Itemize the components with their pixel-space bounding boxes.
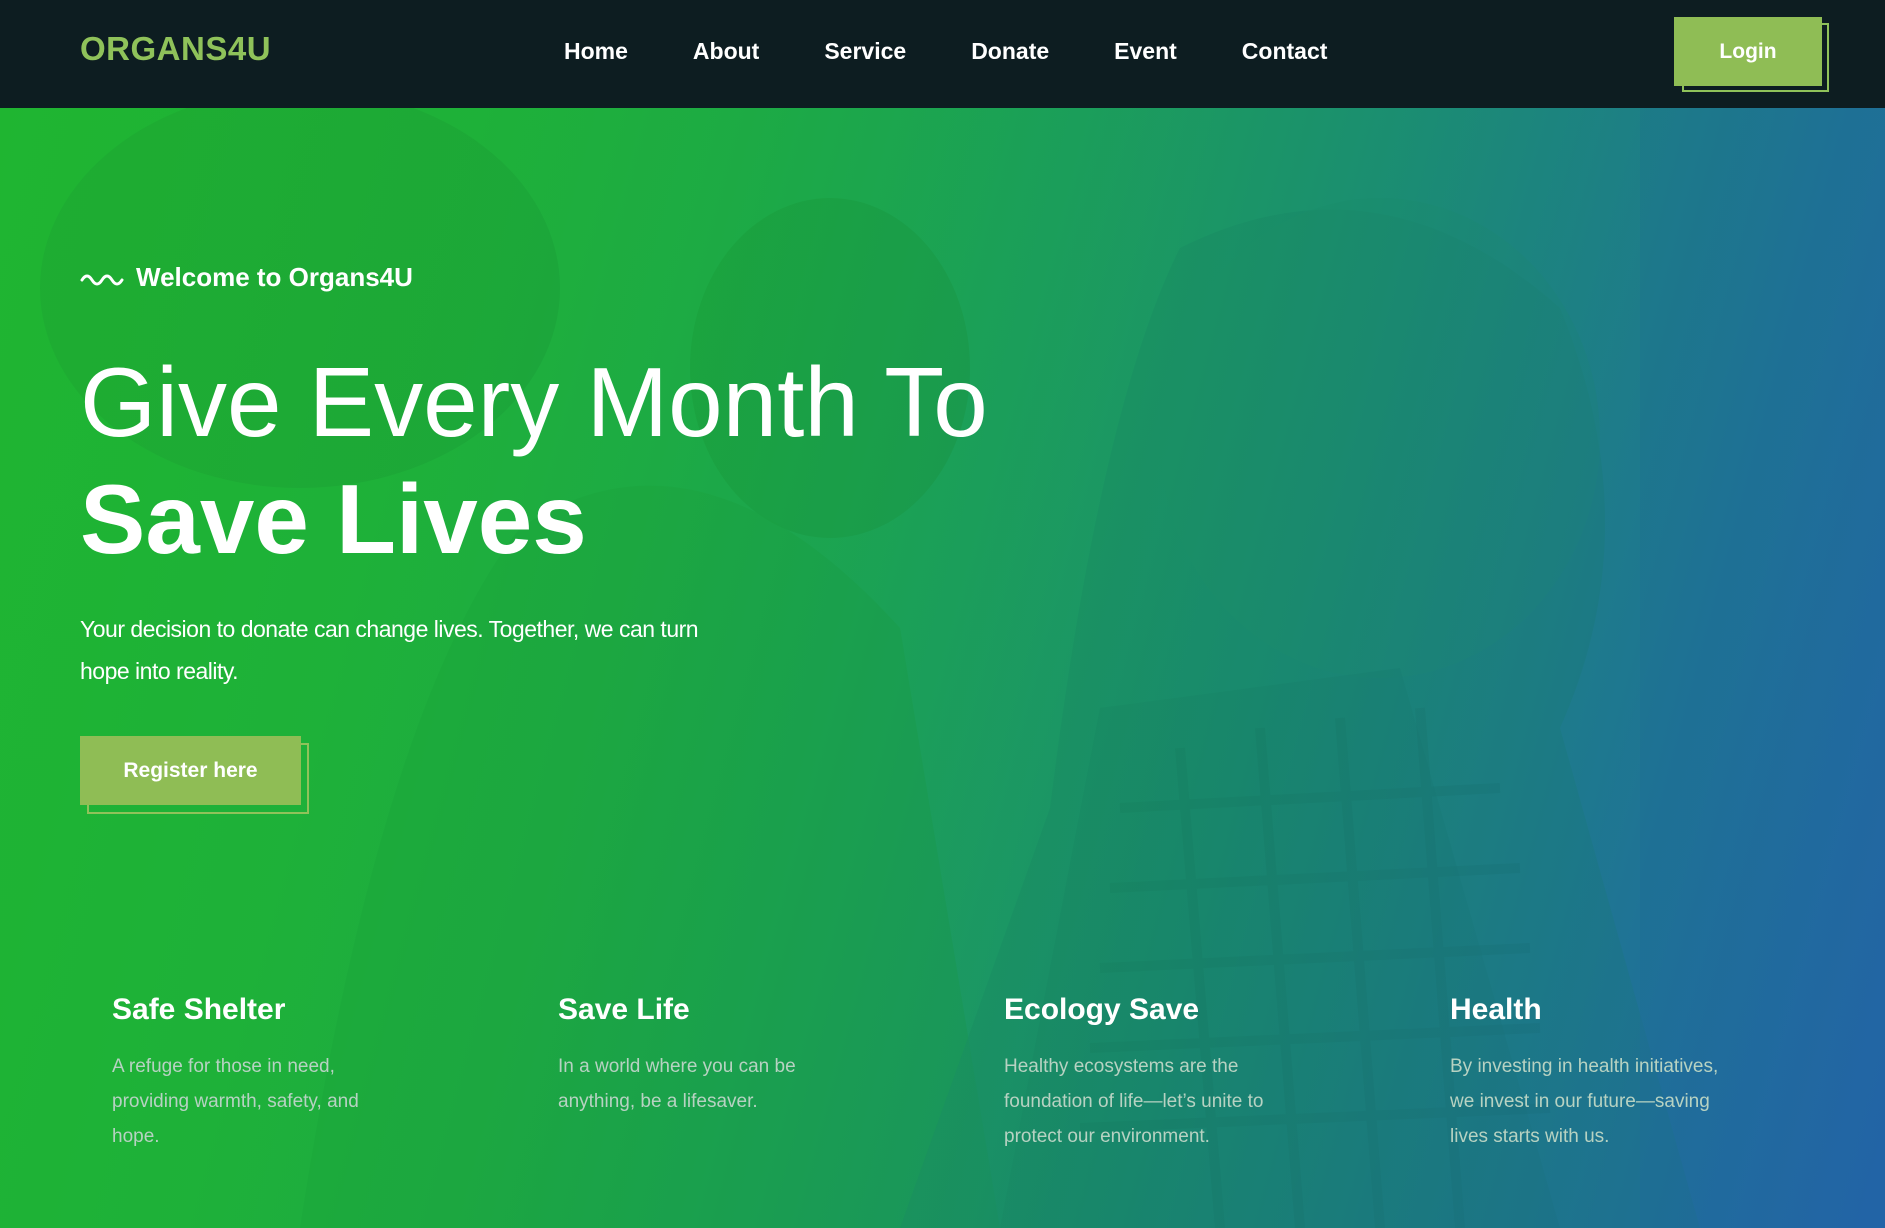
hero-headline-line1: Give Every Month To [80, 347, 988, 457]
hero-headline-line2: Save Lives [80, 464, 587, 574]
nav-link-contact[interactable]: Contact [1242, 36, 1328, 66]
feature-card: Ecology Save Healthy ecosystems are the … [1004, 993, 1450, 1154]
feature-title: Safe Shelter [112, 993, 286, 1026]
nav-link-about[interactable]: About [693, 36, 759, 66]
nav-link-home[interactable]: Home [564, 36, 628, 66]
feature-text: By investing in health initiatives, we i… [1450, 1056, 1719, 1147]
feature-text: In a world where you can be anything, be… [558, 1056, 796, 1112]
top-navbar: ORGANS4U Home About Service Donate Event… [0, 0, 1885, 108]
feature-card: Save Life In a world where you can be an… [558, 993, 1004, 1154]
hero-section: Welcome to Organs4U Give Every Month To … [0, 108, 1885, 1228]
feature-card: Safe Shelter A refuge for those in need,… [112, 993, 558, 1154]
wave-icon [80, 274, 124, 285]
main-nav: Home About Service Donate Event Contact [564, 36, 1392, 66]
features-row: Safe Shelter A refuge for those in need,… [112, 993, 1885, 1154]
feature-text: Healthy ecosystems are the foundation of… [1004, 1056, 1264, 1147]
feature-title: Ecology Save [1004, 993, 1200, 1026]
nav-link-service[interactable]: Service [824, 36, 906, 66]
site-logo[interactable]: ORGANS4U [80, 30, 271, 68]
register-button-wrapper: Register here [80, 736, 309, 814]
register-button[interactable]: Register here [80, 736, 301, 805]
welcome-text: Welcome to Organs4U [136, 262, 413, 292]
nav-link-event[interactable]: Event [1114, 36, 1177, 66]
login-button[interactable]: Login [1674, 17, 1822, 86]
feature-title: Health [1450, 993, 1542, 1026]
feature-card: Health By investing in health initiative… [1450, 993, 1885, 1154]
nav-link-donate[interactable]: Donate [971, 36, 1049, 66]
login-button-wrapper: Login [1674, 17, 1829, 92]
hero-description: Your decision to donate can change lives… [80, 616, 699, 684]
feature-title: Save Life [558, 993, 690, 1026]
welcome-tagline: Welcome to Organs4U [80, 262, 413, 293]
feature-text: A refuge for those in need, providing wa… [112, 1056, 359, 1147]
